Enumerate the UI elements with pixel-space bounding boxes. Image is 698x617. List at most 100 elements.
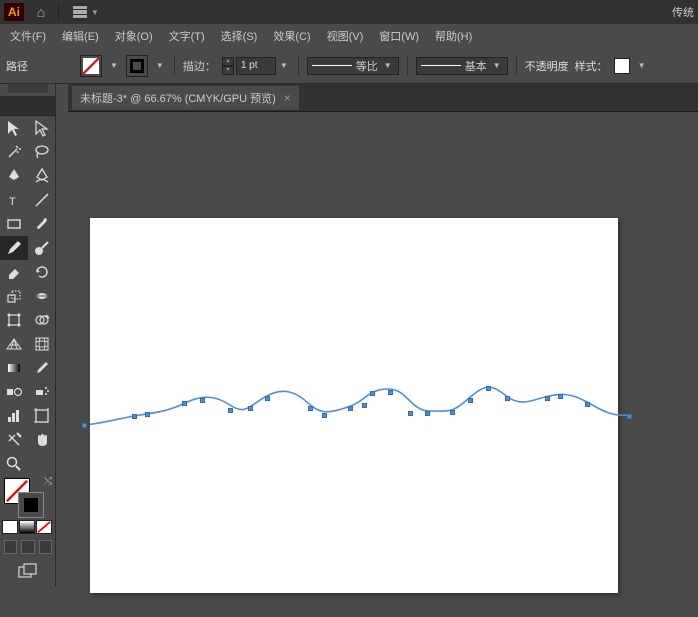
path-anchor[interactable] [362, 403, 367, 408]
stroke-dropdown-icon[interactable]: ▼ [154, 61, 166, 70]
stroke-weight-stepper[interactable]: ▴ ▾ ▼ [222, 57, 290, 75]
direct-selection-tool-icon[interactable] [28, 116, 56, 140]
path-anchor[interactable] [82, 423, 87, 428]
color-mode-gradient-icon[interactable] [19, 520, 35, 534]
menu-edit[interactable]: 编辑(E) [54, 24, 107, 48]
zoom-tool-icon[interactable] [0, 452, 28, 476]
menu-object[interactable]: 对象(O) [107, 24, 161, 48]
tab-close-icon[interactable]: × [284, 91, 291, 105]
path-anchor[interactable] [585, 402, 590, 407]
path-anchor[interactable] [558, 394, 563, 399]
home-icon[interactable]: ⌂ [32, 3, 50, 21]
path-anchor[interactable] [425, 411, 430, 416]
pencil-tool-icon[interactable] [0, 236, 28, 260]
menu-help[interactable]: 帮助(H) [427, 24, 480, 48]
artboard-tool-icon[interactable] [28, 404, 56, 428]
hand-tool-icon[interactable] [28, 428, 56, 452]
opacity-label[interactable]: 不透明度 [525, 58, 569, 74]
selection-tool-icon[interactable] [0, 116, 28, 140]
path-anchor[interactable] [322, 413, 327, 418]
width-tool-icon[interactable] [28, 284, 56, 308]
artboard[interactable] [90, 218, 618, 593]
path-anchor[interactable] [388, 390, 393, 395]
column-graph-tool-icon[interactable] [0, 404, 28, 428]
path-anchor[interactable] [248, 406, 253, 411]
path-anchor[interactable] [348, 406, 353, 411]
blend-tool-icon[interactable] [0, 380, 28, 404]
path-anchor[interactable] [182, 401, 187, 406]
curvature-tool-icon[interactable] [28, 164, 56, 188]
document-tab-bar: 未标题-3* @ 66.67% (CMYK/GPU 预览) × [68, 84, 698, 112]
layout-grid-icon [73, 6, 87, 18]
menu-window[interactable]: 窗口(W) [371, 24, 427, 48]
document-viewport[interactable] [68, 112, 698, 617]
chevron-down-icon[interactable]: ▼ [278, 61, 290, 70]
menu-view[interactable]: 视图(V) [319, 24, 372, 48]
eyedropper-tool-icon[interactable] [28, 356, 56, 380]
perspective-grid-tool-icon[interactable] [0, 332, 28, 356]
line-segment-tool-icon[interactable] [28, 188, 56, 212]
style-label: 样式： [575, 58, 608, 74]
fill-dropdown-icon[interactable]: ▼ [108, 61, 120, 70]
fill-stroke-controls[interactable]: ⤭ [0, 476, 56, 520]
path-anchor[interactable] [486, 386, 491, 391]
swap-fill-stroke-icon[interactable]: ⤭ [44, 476, 52, 487]
panel-grip-icon[interactable] [8, 84, 48, 94]
scale-tool-icon[interactable] [0, 284, 28, 308]
symbol-sprayer-tool-icon[interactable] [28, 380, 56, 404]
fill-swatch[interactable] [80, 55, 102, 77]
step-up-icon[interactable]: ▴ [222, 57, 234, 66]
stroke-weight-input[interactable] [236, 57, 276, 75]
path-anchor[interactable] [132, 414, 137, 419]
variable-width-profile[interactable]: 等比 ▼ [307, 57, 399, 75]
separator [407, 56, 408, 76]
workspace-switcher[interactable]: 传统 [672, 4, 694, 20]
slice-tool-icon[interactable] [0, 428, 28, 452]
path-anchor[interactable] [370, 391, 375, 396]
paintbrush-tool-icon[interactable] [28, 212, 56, 236]
magic-wand-tool-icon[interactable] [0, 140, 28, 164]
color-mode-normal-icon[interactable] [2, 520, 18, 534]
svg-text:T: T [9, 196, 16, 208]
arrange-documents-button[interactable]: ▼ [67, 4, 105, 20]
gradient-tool-icon[interactable] [0, 356, 28, 380]
blob-brush-tool-icon[interactable] [28, 236, 56, 260]
draw-normal-icon[interactable] [4, 540, 17, 554]
path-anchor[interactable] [450, 410, 455, 415]
screen-mode-button[interactable] [0, 558, 56, 586]
stroke-swatch[interactable] [126, 55, 148, 77]
path-anchor[interactable] [200, 398, 205, 403]
pen-tool-icon[interactable] [0, 164, 28, 188]
rectangle-tool-icon[interactable] [0, 212, 28, 236]
stroke-color-icon[interactable] [18, 492, 44, 518]
rotate-tool-icon[interactable] [28, 260, 56, 284]
type-tool-icon[interactable]: T [0, 188, 28, 212]
path-anchor[interactable] [265, 396, 270, 401]
path-end-anchor[interactable] [627, 414, 632, 419]
eraser-tool-icon[interactable] [0, 260, 28, 284]
path-anchor[interactable] [468, 398, 473, 403]
document-tab[interactable]: 未标题-3* @ 66.67% (CMYK/GPU 预览) × [72, 86, 299, 110]
menu-select[interactable]: 选择(S) [213, 24, 266, 48]
path-anchor[interactable] [308, 406, 313, 411]
draw-behind-icon[interactable] [21, 540, 34, 554]
menu-effect[interactable]: 效果(C) [265, 24, 318, 48]
selected-path[interactable] [90, 383, 640, 443]
color-mode-none-icon[interactable] [36, 520, 52, 534]
menu-type[interactable]: 文字(T) [161, 24, 213, 48]
path-anchor[interactable] [545, 396, 550, 401]
lasso-tool-icon[interactable] [28, 140, 56, 164]
path-anchor[interactable] [408, 411, 413, 416]
graphic-style-swatch[interactable] [614, 58, 630, 74]
chevron-down-icon[interactable]: ▼ [636, 61, 648, 70]
path-anchor[interactable] [505, 396, 510, 401]
menu-file[interactable]: 文件(F) [2, 24, 54, 48]
path-anchor[interactable] [228, 408, 233, 413]
shape-builder-tool-icon[interactable] [28, 308, 56, 332]
step-down-icon[interactable]: ▾ [222, 66, 234, 75]
brush-definition[interactable]: 基本 ▼ [416, 57, 508, 75]
free-transform-tool-icon[interactable] [0, 308, 28, 332]
mesh-tool-icon[interactable] [28, 332, 56, 356]
path-anchor[interactable] [145, 412, 150, 417]
draw-inside-icon[interactable] [39, 540, 52, 554]
